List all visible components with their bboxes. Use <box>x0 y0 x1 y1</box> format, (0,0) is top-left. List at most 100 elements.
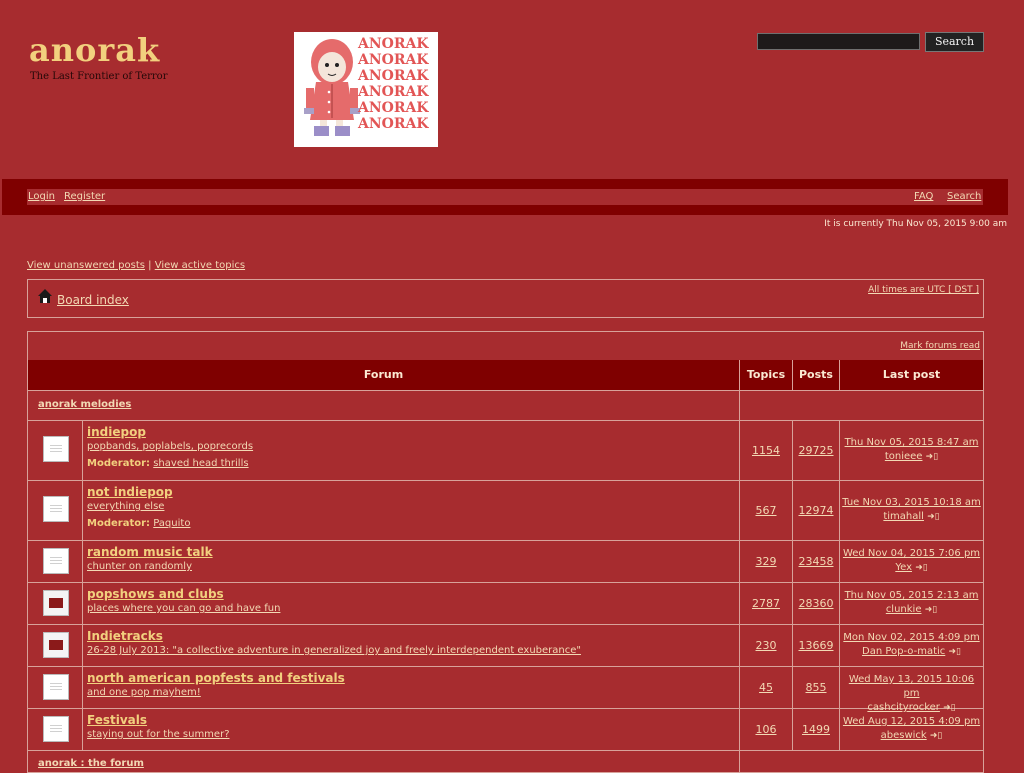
forum-name-festivals[interactable]: Festivals <box>87 713 147 727</box>
forum-name-indiepop[interactable]: indiepop <box>87 425 146 439</box>
last-post-user[interactable]: Yex <box>895 562 912 573</box>
view-latest-post-icon[interactable]: ➜▯ <box>930 729 943 743</box>
forum-read-icon <box>43 436 69 462</box>
topics-count[interactable]: 567 <box>741 504 791 517</box>
posts-count[interactable]: 1499 <box>791 723 841 736</box>
forum-name-north-american-popfests[interactable]: north american popfests and festivals <box>87 671 345 685</box>
login-link[interactable]: Login <box>28 191 55 203</box>
moderator-link[interactable]: Paquito <box>153 518 190 529</box>
svg-text:ANORAK: ANORAK <box>357 52 429 68</box>
last-post-date[interactable]: Tue Nov 03, 2015 10:18 am <box>842 497 981 508</box>
site-description: The Last Frontier of Terror <box>30 71 168 82</box>
topics-count[interactable]: 329 <box>741 555 791 568</box>
view-latest-post-icon[interactable]: ➜▯ <box>926 450 939 464</box>
view-latest-post-icon[interactable]: ➜▯ <box>915 561 928 575</box>
faq-link[interactable]: FAQ <box>914 191 933 203</box>
register-link[interactable]: Register <box>64 191 105 203</box>
forum-read-icon <box>43 716 69 742</box>
last-post: Wed Aug 12, 2015 4:09 pm abeswick ➜▯ <box>840 715 983 743</box>
posts-count[interactable]: 13669 <box>791 639 841 652</box>
last-post-user[interactable]: tonieee <box>885 451 923 462</box>
posts-count[interactable]: 12974 <box>791 504 841 517</box>
header-last-post: Last post <box>882 368 941 381</box>
table-header: Forum Topics Posts Last post <box>28 360 983 390</box>
forum-desc: popbands, poplabels, poprecords <box>87 441 254 452</box>
forum-desc: and one pop mayhem! <box>87 687 201 698</box>
last-post-date[interactable]: Thu Nov 05, 2015 2:13 am <box>845 590 979 601</box>
posts-count[interactable]: 855 <box>791 681 841 694</box>
svg-text:ANORAK: ANORAK <box>357 84 429 100</box>
forum-desc: everything else <box>87 501 165 512</box>
view-latest-post-icon[interactable]: ➜▯ <box>948 645 961 659</box>
forum-moderator: Moderator: shaved head thrills <box>87 458 249 469</box>
last-post-user[interactable]: clunkie <box>886 604 922 615</box>
last-post-date[interactable]: Wed Aug 12, 2015 4:09 pm <box>843 716 980 727</box>
forum-desc: staying out for the summer? <box>87 729 230 740</box>
forum-name-not-indiepop[interactable]: not indiepop <box>87 485 173 499</box>
forum-unread-icon <box>43 590 69 616</box>
forum-read-icon <box>43 496 69 522</box>
forum-name-popshows-and-clubs[interactable]: popshows and clubs <box>87 587 224 601</box>
last-post: Tue Nov 03, 2015 10:18 am timahall ➜▯ <box>840 496 983 524</box>
forum-name-random-music-talk[interactable]: random music talk <box>87 545 213 559</box>
home-icon[interactable] <box>37 288 53 304</box>
forum-read-icon <box>43 674 69 700</box>
topics-count[interactable]: 2787 <box>741 597 791 610</box>
topics-count[interactable]: 1154 <box>741 444 791 457</box>
quick-links: View unanswered posts | View active topi… <box>27 260 245 271</box>
search-button[interactable]: Search <box>925 32 984 52</box>
header-forum: Forum <box>363 368 404 381</box>
unanswered-posts-link[interactable]: View unanswered posts <box>27 260 145 271</box>
search-link[interactable]: Search <box>947 191 981 203</box>
forum-unread-icon <box>43 632 69 658</box>
mark-forums-read-link[interactable]: Mark forums read <box>900 341 980 351</box>
view-latest-post-icon[interactable]: ➜▯ <box>925 603 938 617</box>
moderator-link[interactable]: shaved head thrills <box>153 458 248 469</box>
last-post-user[interactable]: abeswick <box>881 730 927 741</box>
forum-moderator: Moderator: Paquito <box>87 518 191 529</box>
last-post: Wed Nov 04, 2015 7:06 pm Yex ➜▯ <box>840 547 983 575</box>
posts-count[interactable]: 29725 <box>791 444 841 457</box>
last-post-user[interactable]: Dan Pop-o-matic <box>862 646 945 657</box>
last-post-user[interactable]: timahall <box>883 511 924 522</box>
header-posts: Posts <box>799 368 833 381</box>
last-post-date[interactable]: Mon Nov 02, 2015 4:09 pm <box>843 632 979 643</box>
last-post: Wed May 13, 2015 10:06 pm cashcityrocker… <box>840 673 983 715</box>
svg-text:ANORAK: ANORAK <box>357 36 429 52</box>
header-topics: Topics <box>746 368 786 381</box>
view-latest-post-icon[interactable]: ➜▯ <box>943 701 956 715</box>
forum-read-icon <box>43 548 69 574</box>
forum-desc: chunter on randomly <box>87 561 192 572</box>
current-time: It is currently Thu Nov 05, 2015 9:00 am <box>824 219 1007 229</box>
last-post: Thu Nov 05, 2015 2:13 am clunkie ➜▯ <box>840 589 983 617</box>
forum-desc: 26-28 July 2013: "a collective adventure… <box>87 645 581 656</box>
last-post: Thu Nov 05, 2015 8:47 am tonieee ➜▯ <box>840 436 983 464</box>
timezone-link[interactable]: All times are UTC [ DST ] <box>868 285 979 295</box>
forum-desc: places where you can go and have fun <box>87 603 281 614</box>
category-anorak-melodies[interactable]: anorak melodies <box>38 399 131 410</box>
posts-count[interactable]: 23458 <box>791 555 841 568</box>
svg-text:ANORAK: ANORAK <box>357 116 429 132</box>
posts-count[interactable]: 28360 <box>791 597 841 610</box>
last-post-date[interactable]: Wed May 13, 2015 10:06 pm <box>849 674 974 699</box>
svg-text:ANORAK: ANORAK <box>357 68 429 84</box>
search-input[interactable] <box>757 33 920 50</box>
topics-count[interactable]: 45 <box>741 681 791 694</box>
topics-count[interactable]: 106 <box>741 723 791 736</box>
breadcrumb: Board index All times are UTC [ DST ] <box>27 279 984 318</box>
navbar-inner: Login Register FAQ Search <box>27 189 983 205</box>
site-title[interactable]: anorak <box>29 32 160 68</box>
active-topics-link[interactable]: View active topics <box>155 260 245 271</box>
category-anorak-the-forum[interactable]: anorak : the forum <box>38 758 144 769</box>
last-post-user[interactable]: cashcityrocker <box>867 702 940 713</box>
anorak-logo[interactable]: ANORAK ANORAK ANORAK ANORAK ANORAK ANORA… <box>294 32 438 147</box>
navbar: Login Register FAQ Search <box>2 179 1008 215</box>
quick-links-separator: | <box>148 260 152 271</box>
last-post-date[interactable]: Thu Nov 05, 2015 8:47 am <box>845 437 979 448</box>
forum-table: Mark forums read Forum Topics Posts Last… <box>27 331 984 773</box>
board-index-link[interactable]: Board index <box>57 293 129 307</box>
topics-count[interactable]: 230 <box>741 639 791 652</box>
view-latest-post-icon[interactable]: ➜▯ <box>927 510 940 524</box>
forum-name-indietracks[interactable]: Indietracks <box>87 629 163 643</box>
last-post-date[interactable]: Wed Nov 04, 2015 7:06 pm <box>843 548 980 559</box>
